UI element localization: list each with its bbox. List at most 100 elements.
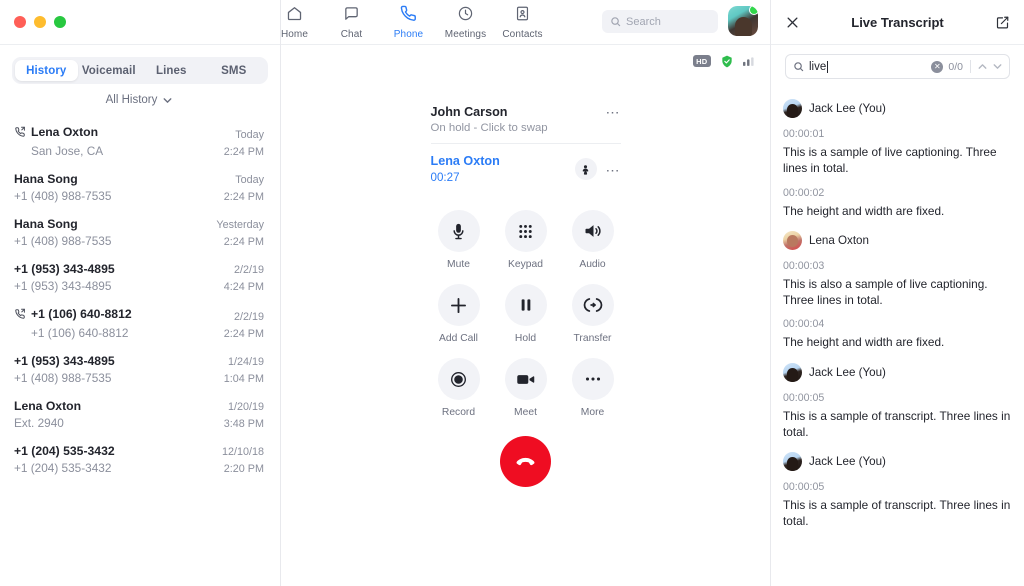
history-item-time: 1:04 PM <box>223 373 264 385</box>
speaker-name: Jack Lee (You) <box>809 102 886 115</box>
nav-item-label: Phone <box>393 28 424 40</box>
history-item[interactable]: +1 (953) 343-4895 2/2/19 +1 (953) 343-4895… <box>0 255 280 300</box>
transcript-search-container: live ✕ 0/0 <box>771 45 1024 85</box>
speaker-avatar <box>783 452 802 472</box>
nav-item-contacts[interactable]: Contacts <box>494 5 551 40</box>
maximize-window-button[interactable] <box>54 16 66 28</box>
call-history-list[interactable]: Lena Oxton Today San Jose, CA 2:24 PM Hana S… <box>0 116 280 586</box>
history-item-date: 2/2/19 <box>233 311 264 323</box>
search-placeholder: Search <box>626 15 661 28</box>
close-transcript-button[interactable] <box>785 15 800 30</box>
record-icon <box>437 358 480 400</box>
search-icon <box>611 17 621 27</box>
call-control-meet[interactable]: Meet <box>492 358 559 418</box>
nav-item-label: Home <box>280 28 309 40</box>
microphone-icon <box>437 210 480 252</box>
presence-indicator <box>749 6 758 15</box>
transcript-line[interactable]: 00:00:02 The height and width are fixed. <box>783 187 1012 219</box>
history-item-name: Hana Song <box>14 172 78 186</box>
held-call-row[interactable]: John Carson On hold - Click to swap ⋯ <box>430 105 621 144</box>
history-item[interactable]: Hana Song Yesterday +1 (408) 988-7535 2:24 … <box>0 210 280 255</box>
participants-button[interactable] <box>574 158 597 180</box>
history-item-detail: +1 (953) 343-4895 <box>14 279 112 293</box>
held-call-more-options-icon[interactable]: ⋯ <box>606 105 621 119</box>
person-icon <box>582 164 589 175</box>
history-filter-dropdown[interactable]: All History <box>0 84 280 116</box>
call-control-label: More <box>580 407 605 418</box>
search-input[interactable]: Search <box>602 10 718 33</box>
active-call-row[interactable]: Lena Oxton 00:27 ⋯ <box>431 144 621 184</box>
call-control-record[interactable]: Record <box>425 358 492 418</box>
history-item-time: 2:24 PM <box>223 191 264 203</box>
tab-history[interactable]: History <box>15 60 78 81</box>
popout-transcript-button[interactable] <box>995 15 1010 30</box>
signal-bars-icon <box>743 57 754 66</box>
active-call-more-options-icon[interactable]: ⋯ <box>606 163 621 177</box>
nav-item-home[interactable]: Home <box>266 5 323 40</box>
call-control-label: Record <box>441 407 476 418</box>
search-icon <box>794 62 804 72</box>
transcript-line[interactable]: 00:00:05 This is a sample of transcript. … <box>783 392 1012 441</box>
transcript-speaker-header: Jack Lee (You) <box>783 362 1012 382</box>
ellipsis-icon <box>571 358 614 400</box>
pause-icon <box>504 284 547 326</box>
call-control-audio[interactable]: Audio <box>559 210 626 270</box>
chevron-down-icon[interactable] <box>991 60 1004 73</box>
call-control-keypad[interactable]: Keypad <box>492 210 559 270</box>
transcript-entries-list[interactable]: Jack Lee (You) 00:00:01 This is a sample o… <box>771 85 1024 586</box>
transcript-timestamp: 00:00:04 <box>783 318 825 331</box>
call-control-label: Meet <box>514 407 537 418</box>
transcript-search-input[interactable]: live <box>809 60 926 73</box>
tab-lines[interactable]: Lines <box>140 60 203 81</box>
chevron-up-icon[interactable] <box>976 60 989 73</box>
call-control-more[interactable]: More <box>559 358 626 418</box>
speaker-avatar <box>783 99 802 118</box>
history-item[interactable]: Lena Oxton 1/20/19 Ext. 2940 3:48 PM <box>0 392 280 437</box>
transcript-timestamp: 00:00:02 <box>783 186 825 199</box>
call-control-hold[interactable]: Hold <box>492 284 559 344</box>
tab-sms[interactable]: SMS <box>203 60 266 81</box>
pop-out-icon <box>996 16 1009 28</box>
transcript-line[interactable]: 00:00:05 This is a sample of transcript. … <box>783 481 1012 530</box>
tab-voicemail[interactable]: Voicemail <box>78 60 141 81</box>
history-item[interactable]: +1 (106) 640-8812 2/2/19 +1 (106) 640-8812… <box>0 300 280 347</box>
speaker-avatar <box>783 230 802 250</box>
call-control-mute[interactable]: Mute <box>425 210 492 270</box>
nav-item-phone[interactable]: Phone <box>380 5 437 40</box>
end-call-button[interactable] <box>500 436 551 487</box>
transcript-title: Live Transcript <box>851 14 944 30</box>
transcript-line[interactable]: 00:00:04 The height and width are fixed. <box>783 318 1012 350</box>
close-window-button[interactable] <box>14 16 26 28</box>
history-item-detail: San Jose, CA <box>31 144 104 158</box>
transcript-line[interactable]: 00:00:03 This is also a sample of live ca… <box>783 260 1012 309</box>
speaker-name: Lena Oxton <box>809 233 869 247</box>
history-item[interactable]: +1 (953) 343-4895 1/24/19 +1 (408) 988-753… <box>0 347 280 392</box>
history-item-detail: +1 (106) 640-8812 <box>31 326 129 340</box>
history-item[interactable]: +1 (204) 535-3432 12/10/18 +1 (204) 535-34… <box>0 437 280 482</box>
chevron-down-icon <box>163 97 172 103</box>
history-item[interactable]: Hana Song Today +1 (408) 988-7535 2:24 PM <box>0 165 280 210</box>
history-item[interactable]: Lena Oxton Today San Jose, CA 2:24 PM <box>0 118 280 165</box>
call-control-add-call[interactable]: Add Call <box>425 284 492 344</box>
history-item-detail: +1 (408) 988-7535 <box>14 234 112 248</box>
nav-item-meetings[interactable]: Meetings <box>437 5 494 40</box>
call-control-label: Transfer <box>573 333 612 344</box>
clear-search-button[interactable]: ✕ <box>931 60 944 73</box>
transcript-line[interactable]: 00:00:01 This is a sample of live caption… <box>783 128 1012 177</box>
call-control-transfer[interactable]: Transfer <box>559 284 626 344</box>
keypad-icon <box>504 210 547 252</box>
end-call-icon <box>516 457 535 466</box>
active-call-name: Lena Oxton <box>430 154 500 168</box>
transcript-text: The height and width are fixed. <box>783 203 945 218</box>
held-call-status: On hold - Click to swap <box>430 122 548 134</box>
history-item-time: 2:20 PM <box>223 463 264 475</box>
nav-item-label: Meetings <box>444 28 487 40</box>
history-item-date: Yesterday <box>216 219 264 231</box>
history-item-name: +1 (953) 343-4895 <box>14 354 115 368</box>
user-avatar[interactable] <box>728 6 758 36</box>
nav-item-chat[interactable]: Chat <box>323 5 380 40</box>
transcript-search-box[interactable]: live ✕ 0/0 <box>785 54 1010 79</box>
history-item-date: Today <box>235 174 264 186</box>
minimize-window-button[interactable] <box>34 16 46 28</box>
history-item-detail: +1 (204) 535-3432 <box>14 461 112 475</box>
